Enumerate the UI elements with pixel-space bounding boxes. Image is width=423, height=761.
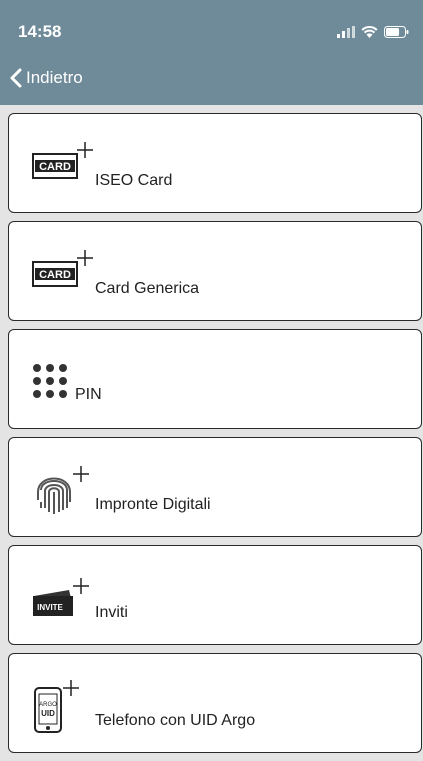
list-item-iseo-card[interactable]: CARD ISEO Card	[8, 113, 422, 213]
fingerprint-plus-icon	[37, 466, 89, 514]
credential-type-list: CARD ISEO Card CARD Card Generica PIN Im…	[8, 113, 422, 761]
wifi-icon	[361, 26, 378, 38]
list-item-card-generica[interactable]: CARD Card Generica	[8, 221, 422, 321]
svg-text:CARD: CARD	[39, 269, 71, 281]
svg-text:UID: UID	[41, 709, 55, 718]
back-button[interactable]: Indietro	[10, 68, 83, 88]
phone-uid-plus-icon: ARGO UID	[34, 680, 79, 733]
status-time: 14:58	[18, 22, 62, 41]
list-item-label: Impronte Digitali	[95, 496, 211, 513]
top-bar: 14:58 Indietro	[0, 0, 423, 105]
back-label: Indietro	[26, 68, 83, 87]
list-item-label: Inviti	[95, 604, 128, 621]
chevron-left-icon	[10, 68, 22, 88]
list-item-label: Telefono con UID Argo	[95, 712, 256, 729]
svg-text:ARGO: ARGO	[39, 702, 57, 708]
invite-card-plus-icon: INVITE	[33, 578, 89, 616]
list-item-inviti[interactable]: INVITE Inviti	[8, 545, 422, 645]
card-plus-icon: CARD	[32, 250, 93, 287]
list-item-telefono-uid-argo[interactable]: ARGO UID Telefono con UID Argo	[8, 653, 422, 753]
list-item-label: ISEO Card	[95, 172, 173, 189]
signal-icon	[337, 26, 355, 38]
svg-text:CARD: CARD	[39, 161, 71, 173]
list-item-pin[interactable]: PIN	[8, 329, 422, 429]
svg-text:INVITE: INVITE	[37, 603, 63, 612]
list-item-label: Card Generica	[95, 280, 200, 297]
list-item-impronte-digitali[interactable]: Impronte Digitali	[8, 437, 422, 537]
status-icons	[337, 24, 409, 40]
card-plus-icon: CARD	[32, 142, 93, 179]
list-item-label: PIN	[75, 386, 102, 403]
battery-icon	[384, 26, 409, 38]
